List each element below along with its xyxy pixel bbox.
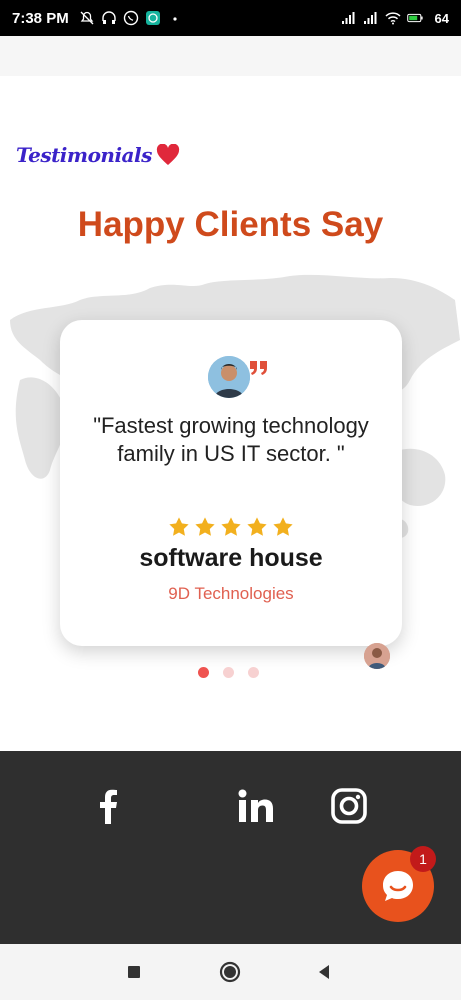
whatsapp-icon [123, 10, 139, 26]
star-icon [169, 517, 189, 536]
quote-icon [250, 361, 267, 375]
instagram-icon[interactable] [330, 784, 368, 828]
testimonial-quote: "Fastest growing technology family in US… [93, 413, 369, 466]
home-button[interactable] [218, 960, 242, 984]
star-icon [273, 517, 293, 536]
back-button[interactable] [312, 960, 336, 984]
dot-icon [167, 10, 183, 26]
square-icon [128, 966, 140, 978]
wifi-icon [385, 10, 401, 26]
signal-icon [341, 10, 357, 26]
status-time: 7:38 PM [12, 9, 69, 27]
app-screen: 7:38 PM 64 Testimonials Happy Clients Sa… [0, 0, 461, 1000]
eyebrow-label: Testimonials [16, 143, 152, 167]
battery-icon [406, 10, 429, 26]
next-client-avatar[interactable] [364, 643, 390, 669]
signal-icon [363, 10, 379, 26]
star-icon [247, 517, 267, 536]
headset-icon [101, 10, 117, 26]
rating-stars [60, 516, 402, 538]
chat-bubble-icon [383, 871, 413, 901]
messenger-icon [145, 10, 161, 26]
linkedin-icon[interactable] [236, 784, 276, 828]
carousel-dot[interactable] [248, 667, 259, 678]
system-nav-bar [0, 944, 461, 1000]
battery-percent: 64 [434, 10, 449, 26]
carousel-dots [198, 667, 259, 678]
mute-icon [79, 10, 95, 26]
client-avatar [208, 356, 250, 398]
chat-badge: 1 [410, 846, 436, 872]
carousel-dot[interactable] [198, 667, 209, 678]
header-band [0, 36, 461, 76]
section-eyebrow: Testimonials [16, 143, 180, 167]
back-triangle-icon [319, 965, 329, 979]
star-icon [221, 517, 241, 536]
client-company: 9D Technologies [168, 584, 294, 603]
client-name: software house [139, 544, 323, 572]
facebook-icon[interactable] [90, 784, 126, 828]
status-bar: 7:38 PM 64 [0, 0, 461, 36]
circle-icon [219, 961, 241, 983]
recent-apps-button[interactable] [122, 960, 146, 984]
heart-icon [156, 144, 179, 165]
carousel-dot[interactable] [223, 667, 234, 678]
star-icon [195, 517, 215, 536]
section-heading: Happy Clients Say [77, 205, 384, 244]
testimonial-card: "Fastest growing technology family in US… [60, 320, 402, 646]
